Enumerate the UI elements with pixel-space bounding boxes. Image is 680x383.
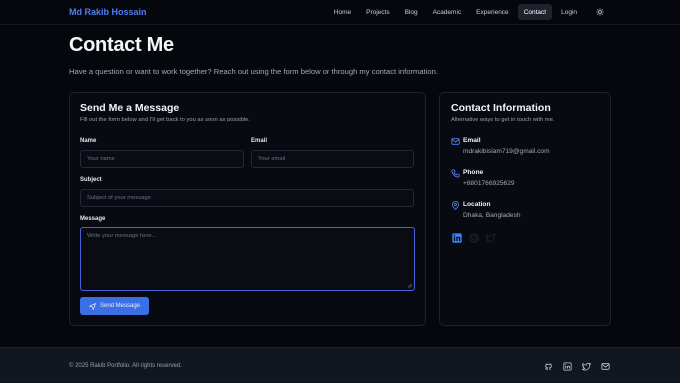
github-icon <box>468 232 479 243</box>
name-input[interactable]: Your name <box>80 150 244 168</box>
footer-linkedin-link[interactable] <box>562 361 572 371</box>
name-label: Name <box>80 138 97 144</box>
send-icon <box>89 302 96 310</box>
footer-github-link[interactable] <box>543 361 553 371</box>
footer-social-icons <box>543 361 610 371</box>
footer-twitter-link[interactable] <box>581 361 591 371</box>
contact-info-title: Contact Information <box>451 102 551 114</box>
footer-mail-link[interactable] <box>600 361 610 371</box>
form-title: Send Me a Message <box>80 102 180 114</box>
brand-logo[interactable]: Md Rakib Hossain <box>69 7 147 17</box>
nav-login[interactable]: Login <box>555 4 583 20</box>
copyright-text: © 2025 Rakib Portfolio. All rights reser… <box>69 363 182 369</box>
twitter-link[interactable] <box>485 232 496 243</box>
nav-contact[interactable]: Contact <box>517 4 553 20</box>
contact-info-card <box>439 92 611 326</box>
page-title: Contact Me <box>69 34 174 56</box>
message-textarea[interactable]: Write your message here... <box>80 227 415 291</box>
theme-toggle-button[interactable] <box>592 4 608 20</box>
twitter-icon <box>581 362 591 370</box>
nav-home[interactable]: Home <box>328 4 357 20</box>
message-placeholder: Write your message here... <box>87 233 157 239</box>
resize-grip-icon[interactable] <box>407 283 412 288</box>
sun-icon <box>596 8 604 16</box>
subject-label: Subject <box>80 177 102 183</box>
contact-info-subtitle: Alternative ways to get in touch with me… <box>451 117 555 123</box>
page-subtitle: Have a question or want to work together… <box>69 67 438 76</box>
location-info-value: Dhaka, Bangladesh <box>463 212 521 219</box>
location-pin-icon <box>452 201 459 210</box>
nav-blog[interactable]: Blog <box>399 4 424 20</box>
footer: © 2025 Rakib Portfolio. All rights reser… <box>0 347 680 383</box>
phone-info-value[interactable]: +8801766925629 <box>463 180 515 187</box>
location-info-label: Location <box>463 201 491 208</box>
phone-info-label: Phone <box>463 169 484 176</box>
email-input[interactable]: Your email <box>251 150 414 168</box>
twitter-icon <box>485 233 496 242</box>
message-label: Message <box>80 216 106 222</box>
mail-icon <box>600 362 610 370</box>
send-message-button[interactable]: Send Message <box>80 297 149 315</box>
nav-experience[interactable]: Experience <box>470 4 515 20</box>
send-button-label: Send Message <box>99 303 141 309</box>
nav-links: Home Projects Blog Academic Experience C… <box>328 4 608 20</box>
nav-academic[interactable]: Academic <box>427 4 468 20</box>
phone-icon <box>451 169 460 178</box>
nav-projects[interactable]: Projects <box>360 4 395 20</box>
email-info-value[interactable]: mdrakibislam719@gmail.com <box>463 148 550 155</box>
email-label: Email <box>251 138 268 144</box>
email-info-label: Email <box>463 137 481 144</box>
linkedin-icon <box>451 232 462 243</box>
top-nav: Md Rakib Hossain Home Projects Blog Acad… <box>0 0 680 25</box>
mail-icon <box>451 138 460 145</box>
form-subtitle: Fill out the form below and I'll get bac… <box>80 117 250 123</box>
linkedin-link[interactable] <box>451 232 462 243</box>
github-link[interactable] <box>468 232 479 243</box>
github-icon <box>544 363 552 370</box>
subject-input[interactable]: Subject of your message <box>80 189 414 207</box>
linkedin-icon <box>562 361 572 371</box>
